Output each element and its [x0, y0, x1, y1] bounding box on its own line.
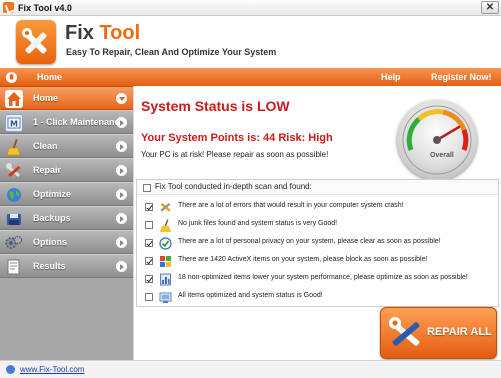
scan-item-activex: There are 1420 ActiveX items on your sys…	[137, 252, 498, 270]
tools-icon	[387, 315, 425, 355]
scan-item-optimized: All items optimized and system status is…	[137, 288, 498, 306]
sidebar-item-label: Repair	[33, 165, 62, 175]
backup-icon	[5, 210, 23, 228]
scan-item-checkbox[interactable]	[145, 239, 153, 247]
wrench-icon	[5, 162, 23, 180]
scan-item-checkbox[interactable]	[145, 203, 153, 211]
chevron-right-icon	[116, 189, 127, 200]
chevron-right-icon	[116, 117, 127, 128]
repair-all-button[interactable]: REPAIR ALL	[380, 307, 497, 359]
status-title: System Status is LOW	[141, 98, 290, 114]
options-icon	[5, 234, 23, 252]
svg-text:M: M	[10, 120, 18, 129]
system-points: Your System Points is: 44 Risk: High	[141, 132, 333, 144]
sidebar-item-label: Results	[33, 261, 66, 271]
scan-item-text: There are 1420 ActiveX items on your sys…	[178, 256, 428, 263]
home-icon	[5, 90, 23, 108]
chevron-right-icon	[116, 165, 127, 176]
sidebar-item-label: Options	[33, 237, 67, 247]
broom-icon	[5, 138, 23, 156]
nav-home-link[interactable]: Home	[37, 72, 62, 82]
sidebar-item-label: Clean	[33, 141, 58, 151]
tagline: Easy To Repair, Clean And Optimize Your …	[66, 47, 277, 57]
optimized-icon	[159, 291, 172, 304]
globe-icon	[5, 186, 23, 204]
chevron-right-icon	[116, 141, 127, 152]
scan-item-junk: No junk files found and system status is…	[137, 216, 498, 234]
scan-item-text: All items optimized and system status is…	[178, 292, 323, 299]
nav-help-link[interactable]: Help	[381, 72, 401, 82]
maintenance-icon: M	[5, 114, 23, 132]
privacy-icon	[159, 237, 172, 250]
scan-item-checkbox[interactable]	[145, 275, 153, 283]
results-icon	[5, 258, 23, 276]
sidebar-item-home[interactable]: Home	[0, 86, 133, 110]
broom-icon	[159, 219, 172, 232]
activex-icon	[159, 255, 172, 268]
sidebar-item-label: Optimize	[33, 189, 72, 199]
scan-item-errors: There are a lot of errors that would res…	[137, 198, 498, 216]
scan-item-checkbox[interactable]	[145, 221, 153, 229]
close-button[interactable]: ✕	[481, 1, 499, 14]
scan-item-text: There are a lot of errors that would res…	[178, 202, 404, 209]
sidebar-item-optimize[interactable]: Optimize	[0, 182, 133, 206]
sidebar-item-backups[interactable]: Backups	[0, 206, 133, 230]
sidebar-item-maintenance[interactable]: M 1 - Click Maintenance	[0, 110, 133, 134]
app-name: Fix Tool	[65, 22, 140, 45]
gauge-label: Overall	[430, 152, 454, 159]
scan-item-text: 18 non-optimized items lower your system…	[178, 274, 468, 281]
scan-header-checkbox[interactable]	[143, 184, 151, 192]
top-nav-bar: Home Help Register Now!	[0, 68, 501, 86]
chevron-right-icon	[116, 237, 127, 248]
sidebar: Home M 1 - Click Maintenance Clean Repai…	[0, 86, 133, 360]
sidebar-item-results[interactable]: Results	[0, 254, 133, 278]
title-bar: Fix Tool v4.0 ✕	[0, 0, 501, 16]
app-name-accent: Tool	[99, 22, 141, 44]
app-icon	[3, 2, 14, 13]
fix-tool-logo-icon	[16, 20, 56, 64]
app-header: Fix Tool Easy To Repair, Clean And Optim…	[0, 16, 501, 68]
window-title: Fix Tool v4.0	[18, 2, 72, 13]
sidebar-item-repair[interactable]: Repair	[0, 158, 133, 182]
chevron-right-icon	[116, 261, 127, 272]
footer-bar: www.Fix-Tool.com	[0, 360, 501, 378]
scan-results-box: Fix Tool conducted in-depth scan and fou…	[136, 179, 499, 307]
website-link[interactable]: www.Fix-Tool.com	[20, 365, 84, 374]
main-panel: System Status is LOW Your System Points …	[133, 86, 501, 360]
chevron-down-icon	[116, 93, 127, 104]
scan-item-checkbox[interactable]	[145, 257, 153, 265]
scan-item-privacy: There are a lot of personal privacy on y…	[137, 234, 498, 252]
performance-icon	[159, 273, 172, 286]
sidebar-item-options[interactable]: Options	[0, 230, 133, 254]
sidebar-item-label: Home	[33, 93, 59, 103]
risk-message: Your PC is at risk! Please repair as soo…	[141, 150, 329, 159]
scan-item-performance: 18 non-optimized items lower your system…	[137, 270, 498, 288]
scan-item-text: No junk files found and system status is…	[178, 220, 338, 227]
sidebar-item-clean[interactable]: Clean	[0, 134, 133, 158]
scan-item-text: There are a lot of personal privacy on y…	[178, 238, 441, 245]
scan-header: Fix Tool conducted in-depth scan and fou…	[137, 180, 498, 195]
globe-icon	[6, 365, 15, 374]
nav-register-link[interactable]: Register Now!	[431, 72, 492, 82]
wrench-icon	[159, 201, 172, 214]
sidebar-item-label: 1 - Click Maintenance	[33, 117, 125, 127]
home-icon[interactable]	[6, 71, 17, 83]
app-name-main: Fix	[65, 22, 100, 44]
scan-header-text: Fix Tool conducted in-depth scan and fou…	[155, 182, 312, 191]
scan-item-checkbox[interactable]	[145, 293, 153, 301]
chevron-right-icon	[116, 213, 127, 224]
repair-all-label: REPAIR ALL	[427, 326, 492, 338]
sidebar-item-label: Backups	[33, 213, 71, 223]
overall-gauge: Overall	[397, 100, 477, 180]
